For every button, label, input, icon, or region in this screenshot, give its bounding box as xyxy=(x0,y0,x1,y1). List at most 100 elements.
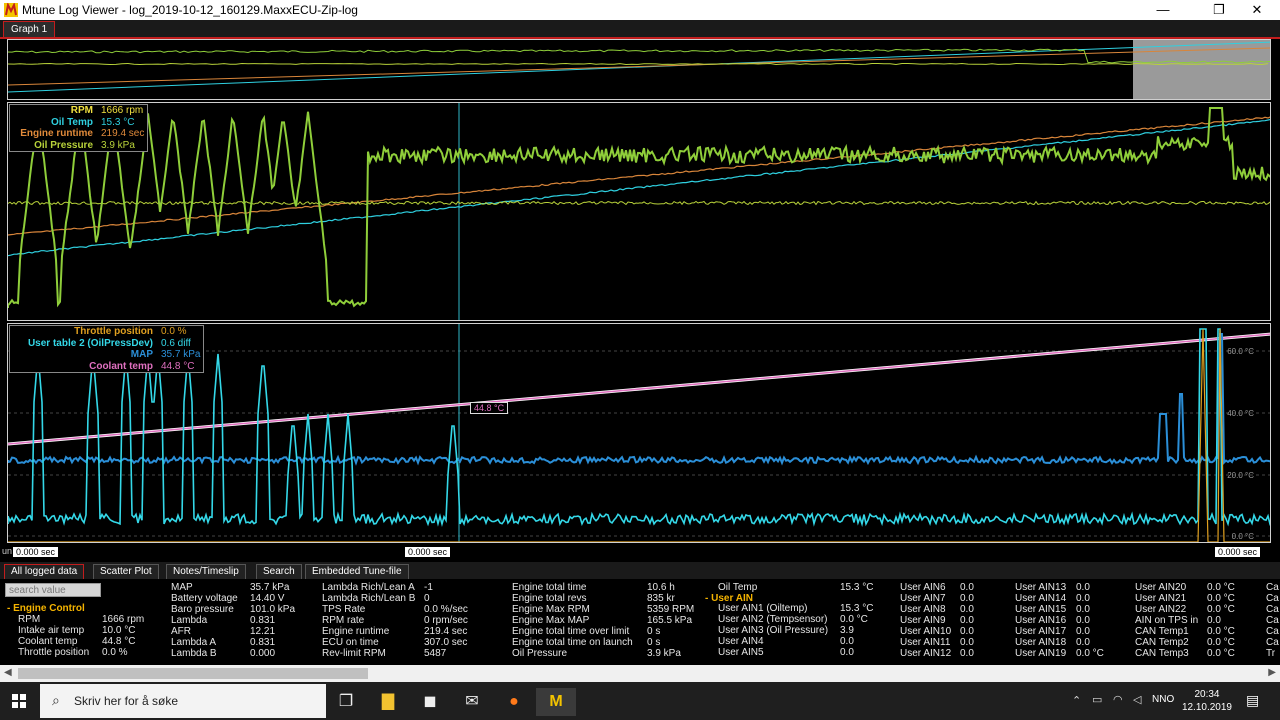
data-key[interactable]: User AIN11 xyxy=(900,637,950,648)
data-value: 0.0 °C xyxy=(1207,604,1235,615)
data-key[interactable]: Intake air temp xyxy=(18,625,84,636)
data-key[interactable]: Oil Pressure xyxy=(512,648,567,659)
data-key[interactable]: User AIN20 xyxy=(1135,582,1186,593)
data-key[interactable]: User AIN14 xyxy=(1015,593,1066,604)
data-key[interactable]: User AIN16 xyxy=(1015,615,1066,626)
time-left-prefix: un xyxy=(2,546,13,556)
scrollbar-thumb[interactable] xyxy=(18,668,368,679)
tab-all-logged-data[interactable]: All logged data xyxy=(4,564,85,580)
clock-date: 12.10.2019 xyxy=(1181,702,1232,713)
data-key[interactable]: User AIN13 xyxy=(1015,582,1066,593)
data-key[interactable]: User AIN18 xyxy=(1015,637,1066,648)
data-key[interactable]: Engine Max MAP xyxy=(512,615,589,626)
data-key-clipped[interactable]: Ca xyxy=(1266,615,1279,626)
data-key[interactable]: Engine Max RPM xyxy=(512,604,590,615)
data-key[interactable]: Lambda Rich/Lean B xyxy=(322,593,415,604)
data-value: 15.3 °C xyxy=(840,603,874,614)
data-key[interactable]: CAN Temp3 xyxy=(1135,648,1189,659)
data-key-clipped[interactable]: Tr xyxy=(1266,648,1275,659)
data-key[interactable]: User AIN22 xyxy=(1135,604,1186,615)
data-key-clipped[interactable]: Ca xyxy=(1266,626,1279,637)
graph-panel-engine[interactable]: RPM 1666 rpm Oil Temp 15.3 °C Engine runtime… xyxy=(7,102,1271,321)
scroll-right-icon[interactable]: ▶ xyxy=(1268,667,1276,678)
graph-panel-temps[interactable]: 60.0 °C 40.0 °C 20.0 °C 0.0 °C Throttle pos… xyxy=(7,323,1271,543)
data-key[interactable]: Lambda B xyxy=(171,648,217,659)
data-key[interactable]: Throttle position xyxy=(18,647,89,658)
volume-icon[interactable]: ◁ xyxy=(1133,693,1141,706)
data-value: 5487 xyxy=(424,648,447,659)
tab-scatter-plot[interactable]: Scatter Plot xyxy=(93,564,159,580)
data-key[interactable]: User AIN3 (Oil Pressure) xyxy=(718,625,828,636)
data-key[interactable]: RPM xyxy=(18,614,40,625)
data-key[interactable]: User AIN8 xyxy=(900,604,946,615)
data-key[interactable]: RPM rate xyxy=(322,615,364,626)
data-key[interactable]: Lambda xyxy=(171,615,207,626)
data-key[interactable]: Engine total time xyxy=(512,582,587,593)
data-key[interactable]: MAP xyxy=(171,582,193,593)
data-key[interactable]: User AIN7 xyxy=(900,593,946,604)
scroll-left-icon[interactable]: ◀ xyxy=(4,667,12,678)
runtime-trace xyxy=(8,116,1270,236)
minimize-button[interactable]: — xyxy=(1140,0,1186,20)
taskbar-search-box[interactable]: ⌕ Skriv her for å søke xyxy=(40,684,326,718)
data-key-clipped[interactable]: Ca xyxy=(1266,582,1279,593)
data-key[interactable]: Battery voltage xyxy=(171,593,238,604)
file-explorer-icon[interactable]: ▇ xyxy=(368,688,408,716)
group-header-engine-control[interactable]: - Engine Control xyxy=(7,603,85,614)
data-key[interactable]: User AIN9 xyxy=(900,615,946,626)
chevron-up-icon[interactable]: ⌃ xyxy=(1072,694,1081,707)
data-key[interactable]: User AIN15 xyxy=(1015,604,1066,615)
data-key[interactable]: Engine total time on launch xyxy=(512,637,633,648)
battery-icon[interactable]: ▭ xyxy=(1092,693,1102,706)
data-key[interactable]: Engine total revs xyxy=(512,593,587,604)
horizontal-scrollbar[interactable]: ◀ ▶ xyxy=(0,665,1280,682)
data-key[interactable]: Engine total time over limit xyxy=(512,626,629,637)
search-input[interactable]: search value xyxy=(5,583,101,597)
task-view-icon[interactable]: ❐ xyxy=(326,688,366,716)
store-icon[interactable]: ◼ xyxy=(410,688,450,716)
data-key[interactable]: CAN Temp2 xyxy=(1135,637,1189,648)
tab-notes-timeslip[interactable]: Notes/Timeslip xyxy=(166,564,246,580)
data-key[interactable]: User AIN12 xyxy=(900,648,951,659)
data-key[interactable]: Lambda A xyxy=(171,637,216,648)
data-key[interactable]: Engine runtime xyxy=(322,626,389,637)
tab-search[interactable]: Search xyxy=(256,564,302,580)
notification-icon[interactable]: ▤ xyxy=(1246,692,1259,709)
data-key[interactable]: ECU on time xyxy=(322,637,379,648)
data-key[interactable]: User AIN10 xyxy=(900,626,951,637)
data-key[interactable]: TPS Rate xyxy=(322,604,365,615)
data-key[interactable]: Baro pressure xyxy=(171,604,234,615)
data-key[interactable]: User AIN19 xyxy=(1015,648,1066,659)
data-key[interactable]: Coolant temp xyxy=(18,636,77,647)
data-value: 0.831 xyxy=(250,637,276,648)
tab-embedded-tune-file[interactable]: Embedded Tune-file xyxy=(305,564,409,580)
mail-icon[interactable]: ✉ xyxy=(452,688,492,716)
data-key[interactable]: User AIN1 (Oiltemp) xyxy=(718,603,807,614)
time-cursor-label[interactable]: 0.000 sec xyxy=(404,546,452,558)
data-key-clipped[interactable]: Ca xyxy=(1266,593,1279,604)
mtune-taskbar-icon[interactable]: M xyxy=(536,688,576,716)
overview-strip[interactable] xyxy=(7,39,1271,100)
data-key[interactable]: AFR xyxy=(171,626,191,637)
data-value: 0.831 xyxy=(250,615,276,626)
data-key[interactable]: Rev-limit RPM xyxy=(322,648,386,659)
data-key[interactable]: Lambda Rich/Lean A xyxy=(322,582,415,593)
firefox-icon[interactable]: ● xyxy=(494,688,534,716)
data-key-clipped[interactable]: Ca xyxy=(1266,637,1279,648)
data-key[interactable]: AIN on TPS in xyxy=(1135,615,1198,626)
data-key[interactable]: User AIN5 xyxy=(718,647,764,658)
data-key[interactable]: User AIN21 xyxy=(1135,593,1186,604)
data-key[interactable]: User AIN4 xyxy=(718,636,764,647)
data-key[interactable]: User AIN6 xyxy=(900,582,946,593)
data-key[interactable]: User AIN2 (Tempsensor) xyxy=(718,614,827,625)
wifi-icon[interactable]: ◠ xyxy=(1113,693,1123,706)
clock[interactable]: 20:34 12.10.2019 xyxy=(1182,688,1232,714)
data-key-clipped[interactable]: Ca xyxy=(1266,604,1279,615)
data-key[interactable]: Oil Temp xyxy=(718,582,757,593)
tab-graph-1[interactable]: Graph 1 xyxy=(3,21,56,37)
input-language[interactable]: NNO xyxy=(1152,694,1174,705)
close-button[interactable]: ✕ xyxy=(1234,0,1280,20)
windows-start-icon[interactable] xyxy=(12,694,26,708)
data-key[interactable]: CAN Temp1 xyxy=(1135,626,1189,637)
data-key[interactable]: User AIN17 xyxy=(1015,626,1066,637)
